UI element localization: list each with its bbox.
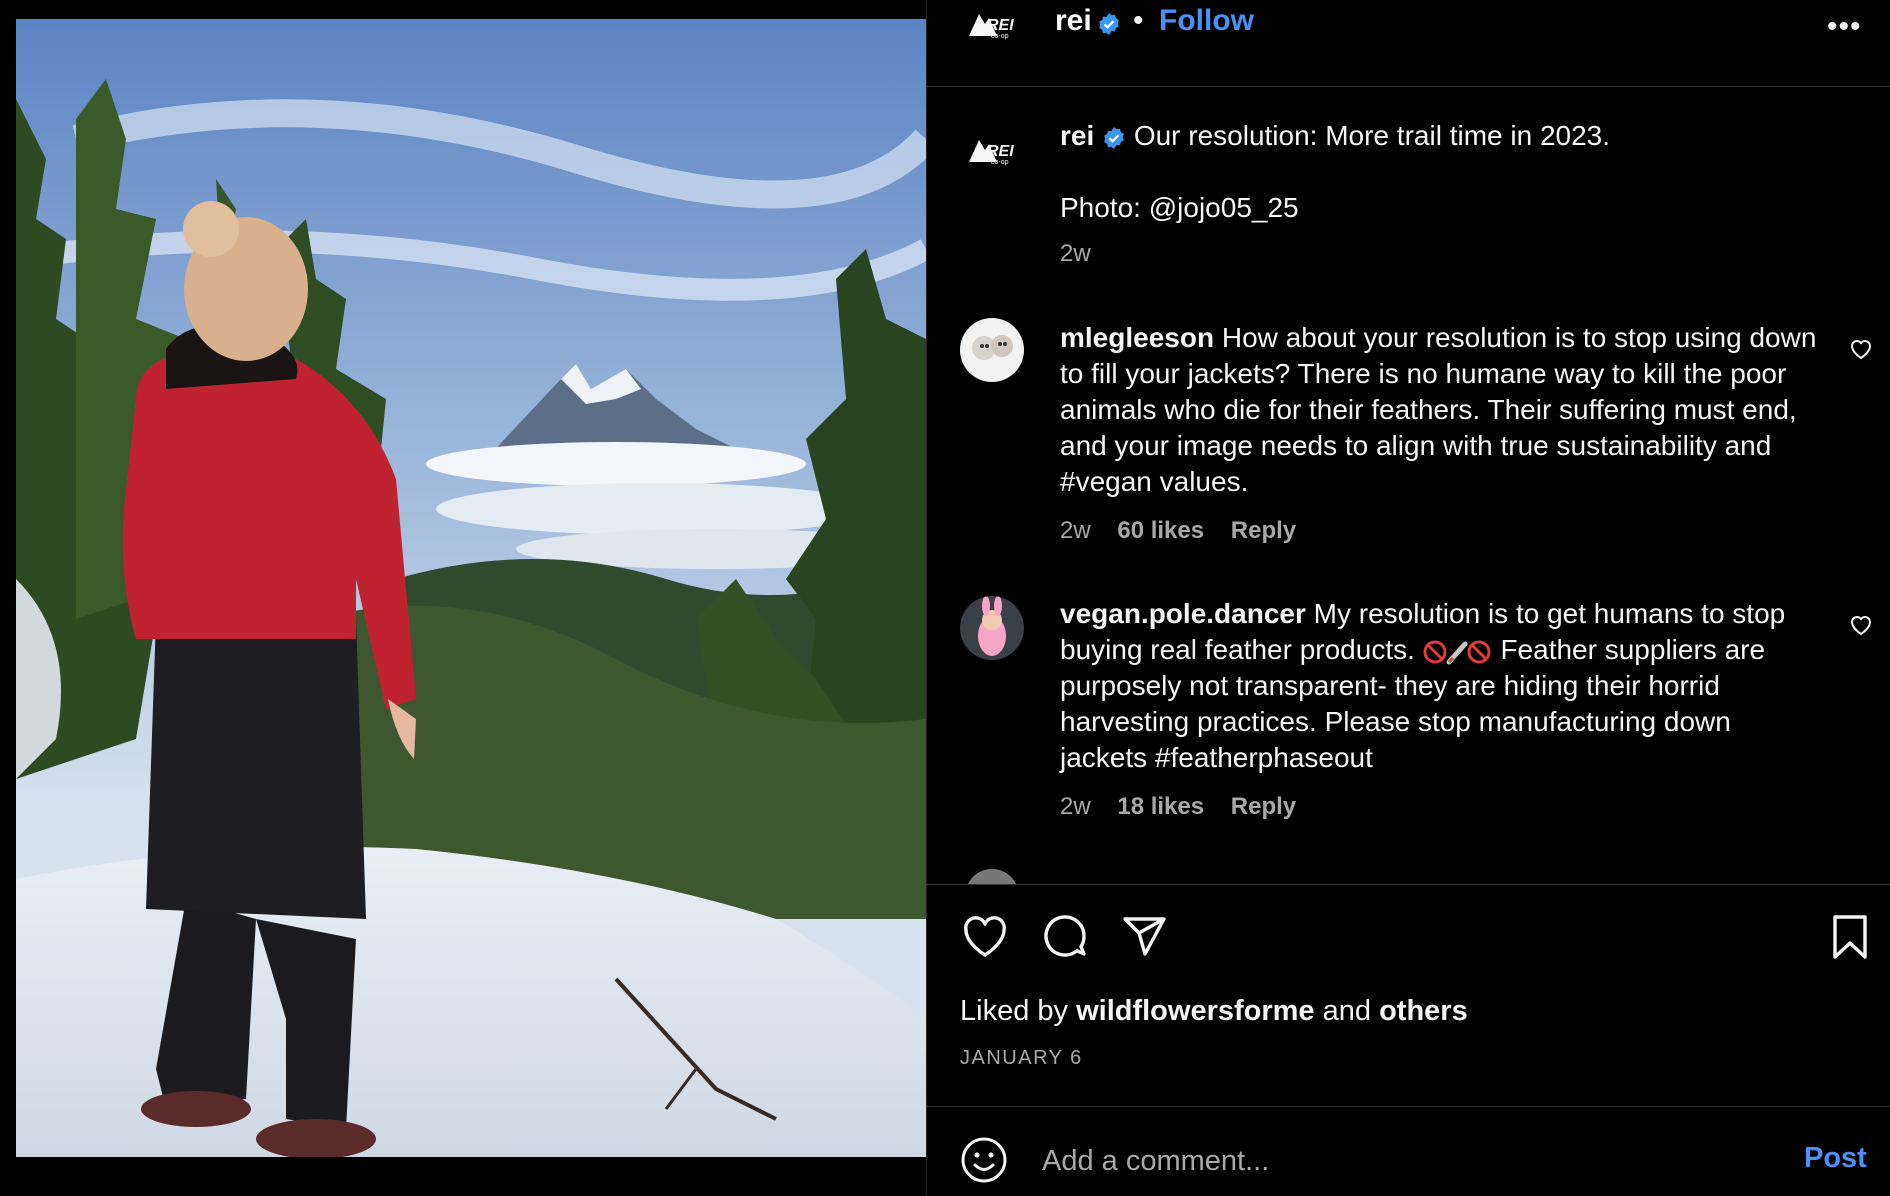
post-photo-illustration — [16, 19, 926, 1157]
caption-photo-credit: Photo: @jojo05_25 — [1060, 192, 1299, 223]
svg-text:co-op: co-op — [991, 159, 1009, 166]
add-comment-input[interactable] — [1040, 1140, 1744, 1182]
rei-logo-avatar[interactable]: REI co-op — [967, 6, 1019, 40]
user-avatar-icon — [960, 318, 1024, 382]
comment-body: mlegleeson How about your resolution is … — [1060, 320, 1820, 500]
comment-username[interactable]: vegan.pole.dancer — [1060, 598, 1306, 629]
comment-like-heart-icon[interactable] — [1849, 614, 1873, 636]
comment-meta: 2w 18 likes Reply — [1060, 793, 1316, 821]
no-feather-emoji-icon — [1423, 638, 1493, 666]
emoji-picker-icon[interactable] — [960, 1136, 1008, 1184]
caption-username[interactable]: rei — [1060, 120, 1094, 151]
comment-like-heart-icon[interactable] — [1849, 338, 1873, 360]
follow-button[interactable]: Follow — [1159, 4, 1254, 38]
caption-avatar[interactable]: REI co-op — [967, 132, 1019, 166]
post-date: JANUARY 6 — [960, 1047, 1083, 1069]
reply-button[interactable]: Reply — [1231, 793, 1296, 820]
caption-text: Our resolution: More trail time in 2023. — [1133, 120, 1611, 151]
post-panel: REI co-op rei • Follow ••• REI co-op rei… — [926, 0, 1890, 1196]
rei-logo-icon: REI co-op — [969, 140, 1014, 166]
header-separator: • — [1133, 4, 1144, 37]
user-avatar-icon — [960, 596, 1024, 660]
liked-by-middle: and — [1322, 995, 1372, 1027]
comment-avatar[interactable] — [960, 596, 1024, 660]
liked-by-prefix: Liked by — [960, 995, 1069, 1027]
caption-timestamp: 2w — [1060, 240, 1091, 267]
post-header: REI co-op rei • Follow ••• — [927, 0, 1890, 87]
comment-username[interactable]: mlegleeson — [1060, 322, 1214, 353]
send-icon[interactable] — [1120, 912, 1170, 962]
post-image[interactable] — [16, 19, 926, 1157]
comment-box-divider — [927, 1106, 1890, 1107]
liked-by-others[interactable]: others — [1379, 995, 1468, 1027]
comment-meta: 2w 60 likes Reply — [1060, 517, 1316, 545]
actions-divider — [927, 884, 1890, 885]
more-options-icon[interactable]: ••• — [1827, 10, 1862, 44]
comment-avatar[interactable] — [960, 318, 1024, 382]
liked-by-user[interactable]: wildflowersforme — [1076, 995, 1315, 1027]
comment-likes[interactable]: 60 likes — [1117, 517, 1204, 544]
comment-body: vegan.pole.dancer My resolution is to ge… — [1060, 596, 1820, 776]
comment-icon[interactable] — [1040, 912, 1090, 962]
comment-timestamp: 2w — [1060, 793, 1091, 820]
svg-text:REI: REI — [987, 17, 1014, 34]
verified-badge-icon — [1097, 12, 1121, 36]
comment-timestamp: 2w — [1060, 517, 1091, 544]
svg-text:co-op: co-op — [991, 33, 1009, 40]
next-comment-avatar-peek — [964, 868, 1020, 884]
bookmark-icon[interactable] — [1825, 912, 1875, 962]
liked-by-line: Liked by wildflowersforme and others — [960, 995, 1468, 1028]
reply-button[interactable]: Reply — [1231, 517, 1296, 544]
comment-likes[interactable]: 18 likes — [1117, 793, 1204, 820]
verified-badge-icon — [1102, 126, 1126, 150]
like-heart-icon[interactable] — [960, 912, 1010, 962]
post-comment-button[interactable]: Post — [1804, 1142, 1867, 1175]
rei-logo-icon: REI co-op — [969, 14, 1014, 40]
svg-text:REI: REI — [987, 143, 1014, 160]
header-username[interactable]: rei — [1055, 4, 1092, 38]
caption: rei Our resolution: More trail time in 2… — [1060, 118, 1840, 226]
